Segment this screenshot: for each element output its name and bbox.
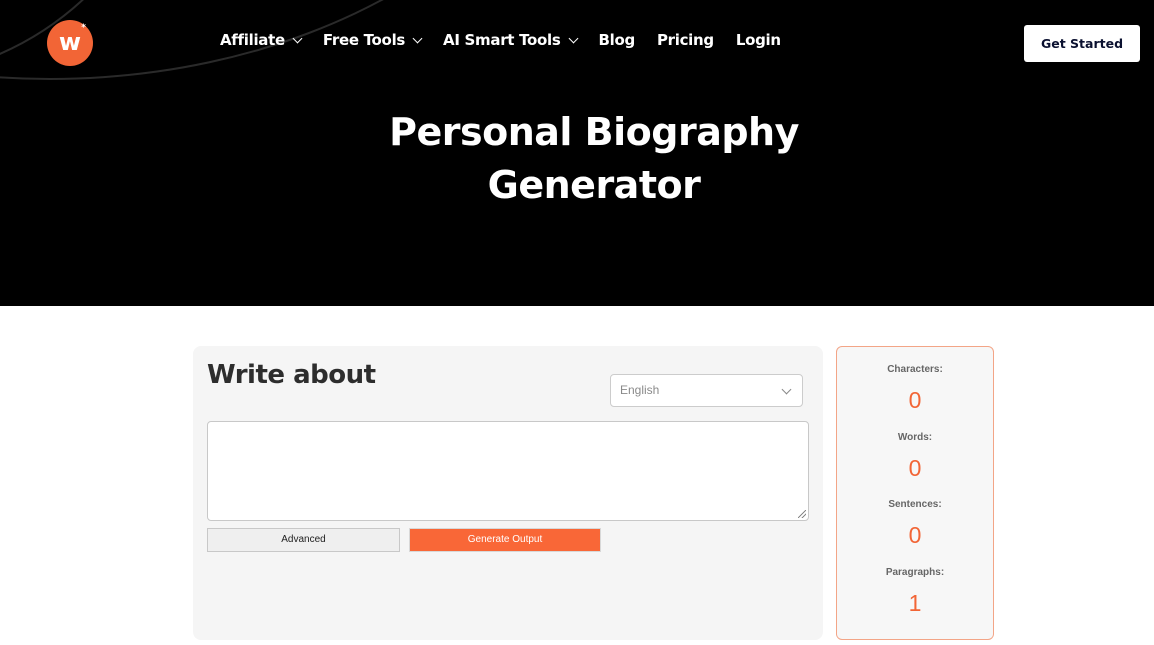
nav-label: Affiliate: [220, 31, 285, 49]
nav-item-pricing[interactable]: Pricing: [657, 31, 714, 49]
main-nav: Affiliate Free Tools AI Smart Tools Blog…: [220, 31, 803, 49]
words-label: Words:: [897, 432, 933, 443]
logo-letter: w: [58, 28, 82, 56]
nav-item-blog[interactable]: Blog: [598, 31, 636, 49]
language-selected: English: [620, 383, 660, 397]
language-select[interactable]: English: [610, 374, 803, 407]
form-title: Write about: [207, 360, 376, 390]
page-title: Personal Biography Generator: [0, 106, 1154, 212]
get-started-button[interactable]: Get Started: [1024, 25, 1140, 62]
text-stats-panel: Characters: 0 Words: 0 Sentences: 0 Para…: [836, 346, 994, 640]
logo[interactable]: w *: [47, 20, 93, 66]
generate-output-button[interactable]: Generate Output: [409, 528, 601, 552]
chevron-down-icon: [412, 33, 423, 43]
chevron-down-icon: [292, 33, 303, 43]
page-title-line2: Generator: [487, 163, 701, 207]
generator-card: Write about English Advanced Generate Ou…: [193, 346, 823, 640]
nav-item-affiliate[interactable]: Affiliate: [220, 31, 303, 49]
page-title-line1: Personal Biography: [389, 110, 799, 154]
nav-label: Login: [735, 31, 781, 49]
characters-label: Characters:: [887, 364, 943, 375]
nav-item-login[interactable]: Login: [736, 31, 781, 49]
chevron-down-icon: [781, 384, 792, 395]
paragraphs-value: 1: [908, 590, 922, 616]
nav-label: Free Tools: [322, 31, 406, 49]
nav-label: Pricing: [656, 31, 714, 49]
nav-label: AI Smart Tools: [443, 31, 561, 49]
nav-item-ai-smart-tools[interactable]: AI Smart Tools: [443, 31, 578, 49]
topic-textarea[interactable]: [207, 421, 809, 521]
words-value: 0: [908, 455, 922, 481]
sentences-value: 0: [908, 522, 922, 548]
logo-star-icon: *: [81, 23, 86, 33]
characters-value: 0: [908, 387, 922, 413]
nav-item-free-tools[interactable]: Free Tools: [322, 31, 423, 49]
advanced-button[interactable]: Advanced: [207, 528, 400, 552]
hero-banner: w * Affiliate Free Tools AI Smart Tools …: [0, 0, 1154, 306]
chevron-down-icon: [568, 33, 578, 43]
resize-handle-icon[interactable]: [798, 510, 806, 518]
nav-label: Blog: [598, 31, 636, 49]
sentences-label: Sentences:: [888, 499, 942, 510]
paragraphs-label: Paragraphs:: [885, 567, 945, 578]
